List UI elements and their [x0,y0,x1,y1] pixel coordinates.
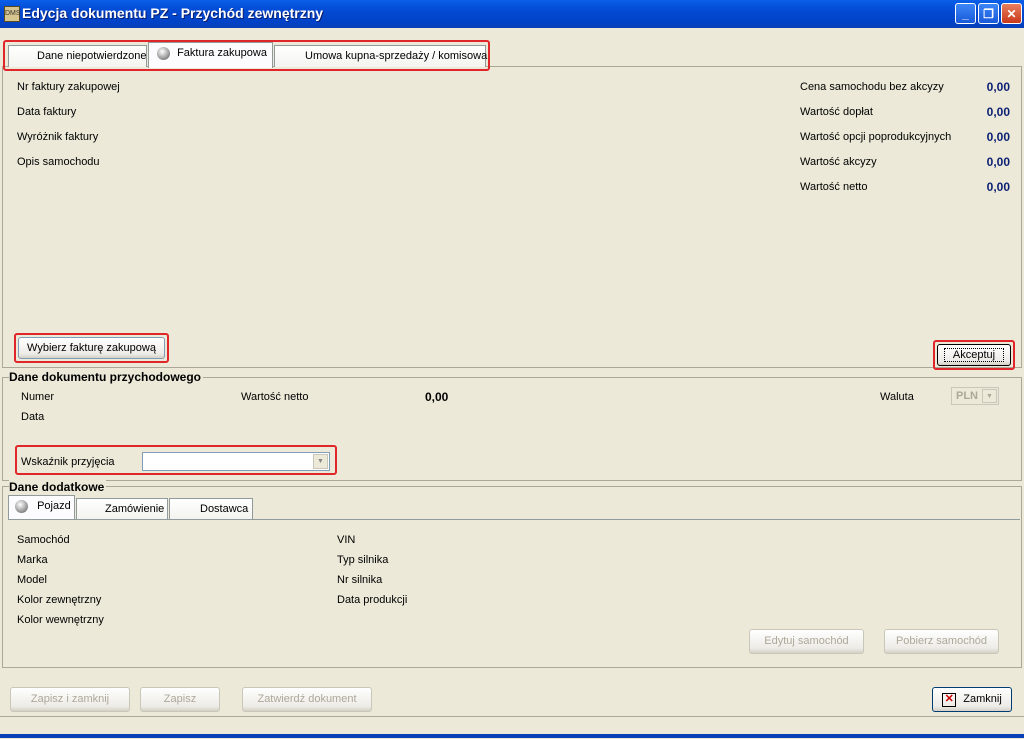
label-wyroznik-faktury: Wyróżnik faktury [17,131,99,143]
close-icon[interactable]: ✕ [1001,3,1022,24]
label-kolor-zewnetrzny: Kolor zewnętrzny [17,594,102,606]
label-data-faktury: Data faktury [17,106,77,118]
label-wartosc-opcji: Wartość opcji poprodukcyjnych [800,131,952,143]
label-kolor-wewnetrzny: Kolor wewnętrzny [17,614,104,626]
tab-faktura-zakupowa[interactable]: Faktura zakupowa [148,42,273,68]
label-numer: Numer [21,391,55,403]
title-bar[interactable]: DMS Edycja dokumentu PZ - Przychód zewnę… [0,0,1024,28]
save-button[interactable]: Zapisz [140,687,220,712]
label-model: Model [17,574,47,586]
label-opis-samochodu: Opis samochodu [17,156,100,168]
label-data: Data [21,411,45,423]
label-wskaznik-przyjecia: Wskaźnik przyjęcia [21,456,115,468]
restore-icon[interactable]: ❐ [978,3,999,24]
tab-label: Dane niepotwierdzone [37,50,147,62]
label-typ-silnika: Typ silnika [337,554,389,566]
income-doc-title: Dane dokumentu przychodowego [9,370,204,384]
label-vin: VIN [337,534,356,546]
confirm-document-button[interactable]: Zatwierdź dokument [242,687,372,712]
label-wartosc-netto: Wartość netto [800,181,868,193]
tab-label: Faktura zakupowa [177,47,267,60]
wskaznik-select[interactable]: ▼ [142,452,330,471]
label-nr-silnika: Nr silnika [337,574,383,586]
tab-dostawca[interactable]: Dostawca [169,498,253,519]
label-data-produkcji: Data produkcji [337,594,408,606]
value-wartosc-netto: 0,00 [986,180,1010,194]
label-wartosc-doplat: Wartość dopłat [800,106,873,118]
tab-zamowienie[interactable]: Zamówienie [76,498,168,519]
choose-invoice-button[interactable]: Wybierz fakturę zakupową [18,337,165,359]
value-wartosc-akcyzy: 0,00 [986,155,1010,169]
label-cena-bez-akcyzy: Cena samochodu bez akcyzy [800,81,944,93]
window-title: Edycja dokumentu PZ - Przychód zewnętrzn… [22,5,324,21]
value-wartosc-doplat: 0,00 [986,105,1010,119]
window-bottom-border [0,734,1024,738]
close-button[interactable]: ✕ Zamknij [932,687,1012,712]
close-label: Zamknij [963,693,1002,705]
value-cena-bez-akcyzy: 0,00 [986,80,1010,94]
label-netto-doc: Wartość netto [241,391,309,403]
accept-button[interactable]: Akceptuj [937,344,1011,366]
label-samochod: Samochód [17,534,70,546]
minimize-icon[interactable]: _ [955,3,976,24]
tab-label: Dostawca [200,503,249,515]
fetch-car-button[interactable]: Pobierz samochód [884,629,999,654]
radio-indicator-icon [157,47,170,60]
edit-car-button[interactable]: Edytuj samochód [749,629,864,654]
tab-label: Zamówienie [105,503,165,515]
value-wartosc-opcji: 0,00 [986,130,1010,144]
radio-indicator-icon [15,500,28,513]
chevron-down-icon[interactable]: ▼ [313,454,328,469]
close-x-icon: ✕ [942,692,957,707]
app-icon[interactable]: DMS [4,6,21,22]
tab-pojazd[interactable]: Pojazd [8,495,75,519]
waluta-value: PLN [956,390,978,402]
tab-umowa-kupna-sprzedazy[interactable]: Umowa kupna-sprzedaży / komisowa [274,45,488,67]
label-nr-faktury: Nr faktury zakupowej [17,81,120,93]
additional-title: Dane dodatkowe [9,480,107,494]
tab-label: Pojazd [37,500,71,513]
label-waluta: Waluta [880,391,914,403]
save-close-button[interactable]: Zapisz i zamknij [10,687,130,712]
label-marka: Marka [17,554,48,566]
waluta-select[interactable]: PLN ▼ [951,387,999,405]
tabs-baseline [8,519,1020,520]
tab-label: Umowa kupna-sprzedaży / komisowa [305,50,488,62]
tab-dane-niepotwierdzone[interactable]: Dane niepotwierdzone [8,45,147,67]
chevron-down-icon[interactable]: ▼ [982,389,997,403]
label-wartosc-akcyzy: Wartość akcyzy [800,156,877,168]
value-netto-doc: 0,00 [425,390,449,404]
accept-label: Akceptuj [943,348,1005,362]
